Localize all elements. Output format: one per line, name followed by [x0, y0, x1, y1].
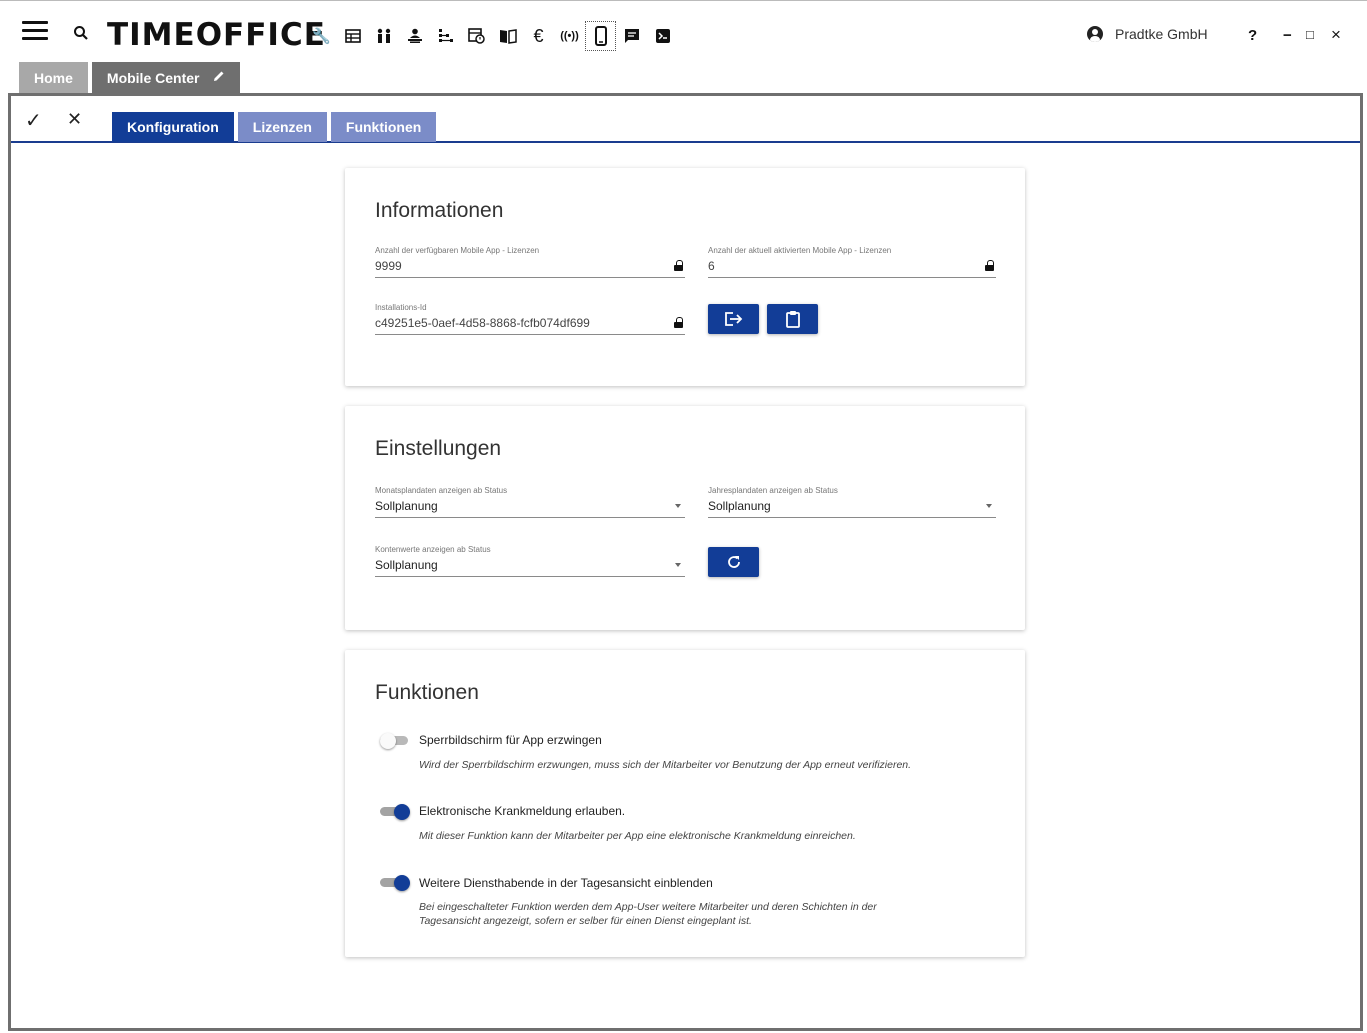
installation-id-field: Installations-Id c49251e5-0aef-4d58-8868…	[375, 303, 685, 335]
refresh-icon	[727, 556, 740, 568]
active-licenses-field: Anzahl der aktuell aktivierten Mobile Ap…	[708, 246, 996, 278]
tab-konfiguration[interactable]: Konfiguration	[112, 112, 234, 142]
field-label: Kontenwerte anzeigen ab Status	[375, 545, 491, 554]
app-window: TIMEOFFICE 🔧 € ((•)) Pradtke GmbH ? − □ …	[0, 0, 1367, 1033]
app-logo: TIMEOFFICE	[107, 17, 326, 53]
lock-icon	[674, 317, 683, 328]
dropdown-arrow-icon	[675, 504, 681, 508]
tab-mobile-center-label: Mobile Center	[106, 69, 200, 86]
einstellungen-card: Einstellungen Monatsplandaten anzeigen a…	[345, 406, 1025, 630]
funktionen-card: Funktionen Sperrbildschirm für App erzwi…	[345, 650, 1025, 957]
sick-note-description: Mit dieser Funktion kann der Mitarbeiter…	[419, 830, 856, 842]
field-label: Jahresplandaten anzeigen ab Status	[708, 486, 838, 495]
book-icon[interactable]	[492, 21, 523, 51]
sub-tabs: Konfiguration Lizenzen Funktionen	[112, 112, 440, 142]
top-bar: TIMEOFFICE 🔧 € ((•)) Pradtke GmbH ? − □ …	[0, 0, 1367, 62]
toggle-knob	[394, 875, 410, 891]
minimize-button[interactable]: −	[1283, 27, 1292, 44]
terminal-icon[interactable]	[647, 21, 678, 51]
sick-note-label: Elektronische Krankmeldung erlauben.	[419, 804, 626, 818]
show-colleagues-label: Weitere Diensthabende in der Tagesansich…	[419, 876, 713, 890]
yearly-status-select[interactable]: Jahresplandaten anzeigen ab Status Sollp…	[708, 486, 996, 518]
lock-screen-description: Wird der Sperrbildschirm erzwungen, muss…	[419, 759, 912, 771]
search-icon[interactable]	[73, 21, 89, 45]
toolbar: ✓ ✕ Konfiguration Lizenzen Funktionen	[11, 96, 1360, 143]
user-account[interactable]: Pradtke GmbH	[1087, 26, 1208, 42]
pencil-icon[interactable]	[213, 70, 225, 85]
document-tabs: Home Mobile Center	[19, 62, 244, 93]
cancel-button[interactable]: ✕	[67, 109, 82, 130]
dropdown-arrow-icon	[675, 563, 681, 567]
field-label: Monatsplandaten anzeigen ab Status	[375, 486, 508, 495]
user-name: Pradtke GmbH	[1115, 26, 1208, 42]
field-value: 6	[708, 259, 715, 273]
select-value: Sollplanung	[708, 499, 771, 513]
card-title: Informationen	[375, 199, 504, 222]
wrench-icon[interactable]: 🔧	[306, 21, 337, 51]
show-colleagues-description: Bei eingeschalteter Funktion werden dem …	[419, 901, 877, 927]
account-circle-icon	[1087, 26, 1103, 42]
card-title: Einstellungen	[375, 437, 502, 460]
select-value: Sollplanung	[375, 499, 438, 513]
tab-home-label: Home	[34, 69, 73, 86]
tab-lizenzen[interactable]: Lizenzen	[237, 112, 327, 142]
field-label: Installations-Id	[375, 303, 427, 312]
clipboard-icon	[785, 311, 800, 328]
lock-screen-label: Sperrbildschirm für App erzwingen	[419, 733, 602, 747]
people-icon[interactable]	[368, 21, 399, 51]
org-tree-icon[interactable]	[430, 21, 461, 51]
maximize-button[interactable]: □	[1306, 27, 1314, 42]
tab-funktionen[interactable]: Funktionen	[330, 112, 437, 142]
accounts-status-select[interactable]: Kontenwerte anzeigen ab Status Sollplanu…	[375, 545, 685, 577]
show-colleagues-toggle[interactable]	[380, 875, 410, 891]
euro-icon[interactable]: €	[523, 21, 554, 51]
hamburger-menu-icon[interactable]	[22, 21, 48, 41]
lock-screen-toggle[interactable]	[380, 733, 410, 749]
mobile-icon[interactable]	[585, 21, 616, 51]
copy-to-clipboard-button[interactable]	[767, 304, 818, 334]
lock-icon	[985, 260, 994, 271]
toggle-knob	[380, 733, 396, 749]
available-licenses-field: Anzahl der verfügbaren Mobile App - Lize…	[375, 246, 685, 278]
calendar-grid-icon[interactable]	[337, 21, 368, 51]
person-desk-icon[interactable]	[399, 21, 430, 51]
refresh-button[interactable]	[708, 547, 759, 577]
field-label: Anzahl der aktuell aktivierten Mobile Ap…	[708, 246, 892, 255]
field-value: 9999	[375, 259, 402, 273]
export-icon	[724, 312, 742, 326]
select-value: Sollplanung	[375, 558, 438, 572]
field-value[interactable]: c49251e5-0aef-4d58-8868-fcfb074df699	[375, 316, 590, 330]
module-nav: 🔧 € ((•))	[306, 21, 678, 51]
schedule-icon[interactable]	[461, 21, 492, 51]
dropdown-arrow-icon	[986, 504, 992, 508]
message-icon[interactable]	[616, 21, 647, 51]
card-title: Funktionen	[375, 681, 479, 704]
confirm-button[interactable]: ✓	[25, 108, 42, 133]
help-button[interactable]: ?	[1248, 27, 1257, 44]
sick-note-toggle[interactable]	[380, 804, 410, 820]
export-button[interactable]	[708, 304, 759, 334]
monthly-status-select[interactable]: Monatsplandaten anzeigen ab Status Sollp…	[375, 486, 685, 518]
field-label: Anzahl der verfügbaren Mobile App - Lize…	[375, 246, 540, 255]
lock-icon	[674, 260, 683, 271]
informationen-card: Informationen Anzahl der verfügbaren Mob…	[345, 168, 1025, 386]
toggle-knob	[394, 804, 410, 820]
tab-home[interactable]: Home	[19, 62, 88, 93]
tab-mobile-center[interactable]: Mobile Center	[91, 62, 241, 93]
close-button[interactable]: ×	[1331, 25, 1341, 45]
radio-signal-icon[interactable]: ((•))	[554, 21, 585, 51]
